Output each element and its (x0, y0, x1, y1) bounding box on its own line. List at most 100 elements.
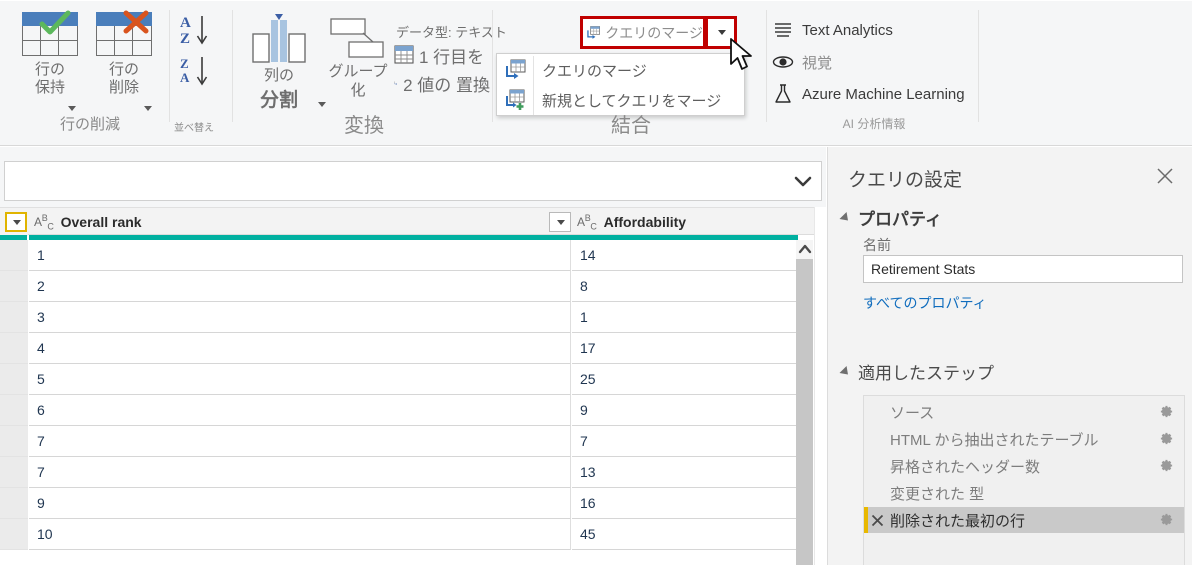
split-column-button[interactable]: 列の 分割 (238, 8, 320, 114)
ribbon-separator-1 (169, 10, 170, 122)
row-header-cell[interactable] (0, 426, 28, 457)
table-row[interactable]: 4 17 (0, 333, 826, 364)
sort-ascending-button[interactable]: A Z (178, 10, 224, 50)
gear-icon[interactable] (1159, 458, 1174, 478)
cell-affordability[interactable]: 8 (572, 271, 797, 302)
cell-overall-rank[interactable]: 6 (29, 395, 571, 426)
ribbon-group-title-ai-insights: AI 分析情報 (842, 117, 906, 131)
cell-overall-rank[interactable]: 10 (29, 519, 571, 550)
table-row[interactable]: 10 45 (0, 519, 826, 550)
grid-right-edge (814, 207, 826, 565)
cell-affordability[interactable]: 7 (572, 426, 797, 457)
column-header-overall-rank[interactable]: ABC Overall rank (34, 208, 544, 236)
cell-overall-rank[interactable]: 5 (29, 364, 571, 395)
scroll-up-chevron-icon[interactable] (796, 240, 813, 257)
cell-overall-rank[interactable]: 7 (29, 426, 571, 457)
table-row[interactable]: 28 (0, 271, 826, 302)
gear-icon[interactable] (1159, 404, 1174, 424)
applied-step-label: HTML から抽出されたテーブル (890, 431, 1099, 449)
svg-text:Z: Z (180, 56, 189, 71)
cell-affordability[interactable]: 9 (572, 395, 797, 426)
vision-button[interactable]: 視覚 (772, 48, 972, 76)
dropdown-item-merge-queries-as-new-label: 新規としてクエリをマージ (542, 92, 722, 110)
data-type-label[interactable]: データ型: テキスト (396, 22, 507, 41)
cell-affordability[interactable]: 45 (572, 519, 797, 550)
cell-affordability[interactable]: 13 (572, 457, 797, 488)
merge-queries-button[interactable]: クエリのマージ (583, 19, 703, 46)
row-header-cell[interactable] (0, 364, 28, 395)
applied-step-item[interactable]: 変更された 型 (864, 480, 1184, 506)
cell-affordability[interactable]: 1 (572, 302, 797, 333)
group-by-button[interactable]: グループ 化 (328, 8, 388, 114)
azure-machine-learning-button[interactable]: Azure Machine Learning (772, 80, 972, 108)
scrollbar-thumb[interactable] (796, 259, 813, 565)
gear-icon[interactable] (1159, 431, 1174, 451)
cell-overall-rank[interactable]: 4 (29, 333, 571, 364)
green-check-icon (39, 10, 71, 35)
table-row[interactable]: 9 16 (0, 488, 826, 519)
split-column-icon (252, 14, 306, 63)
cell-overall-rank[interactable]: 9 (29, 488, 571, 519)
table-row[interactable]: 77 (0, 426, 826, 457)
row-header-cell[interactable] (0, 457, 28, 488)
merge-queries-dropdown-arrow[interactable] (708, 19, 734, 46)
sort-descending-button[interactable]: Z A (178, 52, 224, 92)
row-header-cell[interactable] (0, 395, 28, 426)
applied-step-item[interactable]: HTML から抽出されたテーブル (864, 426, 1184, 452)
text-analytics-button[interactable]: Text Analytics (772, 16, 972, 44)
column-type-badge-text-icon: ABC (34, 212, 54, 232)
row-header-cell[interactable] (0, 488, 28, 519)
cell-overall-rank[interactable]: 7 (29, 457, 571, 488)
cell-affordability[interactable]: 17 (572, 333, 797, 364)
all-properties-link[interactable]: すべてのプロパティ (863, 293, 987, 313)
column-filter-affordability[interactable] (549, 212, 571, 232)
row-header-cell[interactable] (0, 271, 28, 302)
table-row[interactable]: 69 (0, 395, 826, 426)
cell-overall-rank[interactable]: 3 (29, 302, 571, 333)
keep-rows-button[interactable]: 行の 保持 (14, 8, 86, 98)
close-icon[interactable] (1150, 161, 1180, 191)
query-name-input[interactable] (863, 255, 1183, 283)
cell-overall-rank[interactable]: 2 (29, 271, 571, 302)
formula-bar-input[interactable] (11, 162, 781, 200)
gear-icon[interactable] (1159, 512, 1174, 532)
split-column-label-2: 分割 (259, 90, 298, 111)
formula-bar[interactable] (4, 161, 822, 201)
ribbon-group-sort: A Z Z A 並べ替え (172, 6, 230, 138)
properties-section-header[interactable]: プロパティ (839, 205, 942, 230)
formula-bar-zone (0, 147, 826, 207)
applied-step-item[interactable]: 昇格されたヘッダー数 (864, 453, 1184, 479)
ribbon-top-rule (0, 0, 1192, 1)
applied-step-item[interactable]: ソース (864, 399, 1184, 425)
row-header-cell[interactable] (0, 240, 28, 271)
table-row[interactable]: 31 (0, 302, 826, 333)
replace-values-button[interactable]: 1 2 値の 置換 (394, 70, 490, 96)
column-header-affordability[interactable]: ABC Affordability (577, 208, 787, 236)
dropdown-item-merge-queries[interactable]: クエリのマージ (498, 55, 744, 85)
remove-rows-button[interactable]: 行の 削除 (88, 8, 160, 98)
cell-overall-rank[interactable]: 1 (29, 240, 571, 271)
cell-affordability[interactable]: 16 (572, 488, 797, 519)
use-first-row-as-headers-label: 1 行目を (419, 47, 485, 67)
column-filter-overall-rank[interactable] (5, 212, 27, 232)
delete-step-icon[interactable] (864, 514, 890, 527)
table-row[interactable]: 7 13 (0, 457, 826, 488)
applied-step-item[interactable]: 削除された最初の行 (864, 507, 1184, 533)
grid-vertical-scrollbar[interactable] (796, 240, 813, 565)
applied-steps-section-header[interactable]: 適用したステップ (839, 359, 994, 384)
applied-step-label: 昇格されたヘッダー数 (890, 458, 1041, 476)
table-row[interactable]: 1 14 (0, 240, 826, 271)
column-header-overall-rank-label: Overall rank (60, 214, 142, 230)
cell-affordability[interactable]: 14 (572, 240, 797, 271)
table-row[interactable]: 5 25 (0, 364, 826, 395)
use-first-row-as-headers-button[interactable]: 1 行目を (394, 42, 490, 68)
merge-queries-icon (587, 25, 600, 39)
row-header-cell[interactable] (0, 333, 28, 364)
cell-affordability[interactable]: 25 (572, 364, 797, 395)
group-by-label-1: グループ (328, 63, 388, 80)
dropdown-item-merge-queries-label: クエリのマージ (542, 62, 647, 80)
formula-bar-expand-chevron-down-icon[interactable] (786, 163, 820, 200)
row-header-cell[interactable] (0, 519, 28, 550)
row-header-cell[interactable] (0, 302, 28, 333)
merge-queries-highlight-box: クエリのマージ (580, 16, 737, 49)
